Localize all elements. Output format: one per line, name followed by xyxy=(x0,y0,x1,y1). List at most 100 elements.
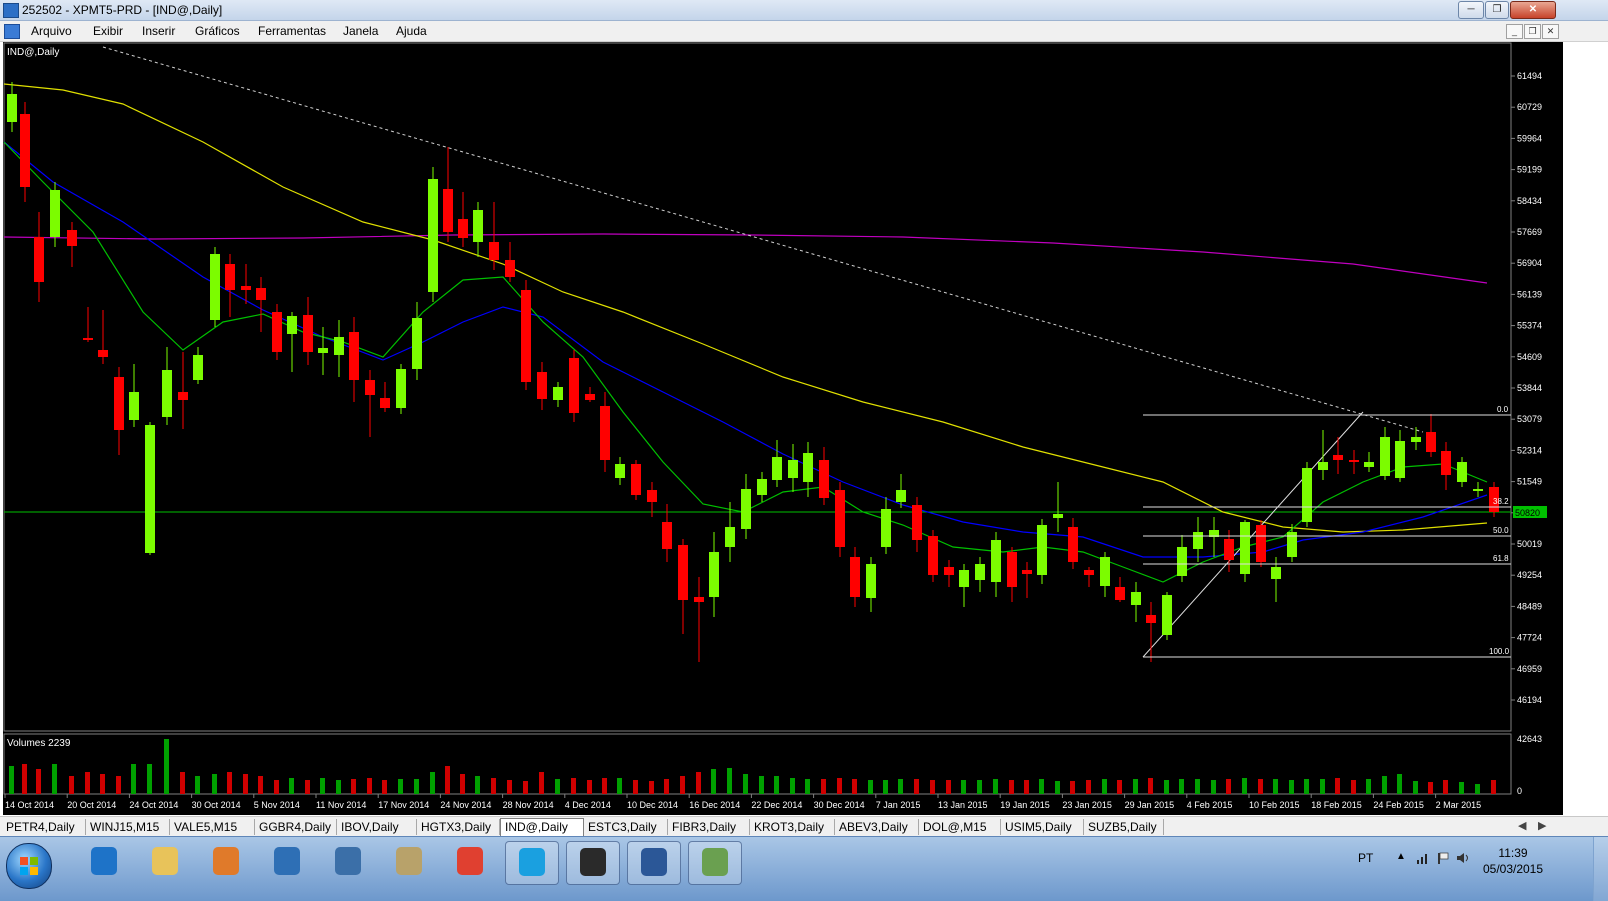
volume-bar xyxy=(539,772,544,794)
tab-scroll-right-icon[interactable]: ▶ xyxy=(1538,819,1546,832)
chrome-icon xyxy=(457,847,483,875)
ma-long-line xyxy=(3,83,1488,533)
candle-up xyxy=(1162,595,1172,635)
xp-investimentos-taskbar-button[interactable] xyxy=(566,841,620,885)
tab-winj15-m15[interactable]: WINJ15,M15 xyxy=(86,819,170,835)
volume-bar xyxy=(946,780,951,794)
chart-window[interactable]: IND@,Daily Volumes 2239 61494 60729 59964 5… xyxy=(3,42,1563,815)
candle-up xyxy=(975,564,985,580)
menu-graficos[interactable]: Gráficos xyxy=(195,24,240,38)
date-tick-label: 7 Jan 2015 xyxy=(876,800,921,810)
clock[interactable]: 11:39 05/03/2015 xyxy=(1478,845,1548,877)
volume-bar xyxy=(1133,779,1138,794)
internet-explorer-taskbar-button[interactable] xyxy=(78,841,130,883)
candle-up xyxy=(881,509,891,547)
candle-down xyxy=(662,522,672,549)
metatrader-taskbar-button[interactable] xyxy=(688,841,742,885)
symbol-label: IND@,Daily xyxy=(7,47,59,58)
app-icon xyxy=(3,3,19,18)
chart-window-icon[interactable] xyxy=(4,24,20,39)
tab-krot3-daily[interactable]: KROT3,Daily xyxy=(750,819,835,835)
flag-icon[interactable] xyxy=(1436,851,1450,865)
price-tick-label: 48489 xyxy=(1517,601,1542,611)
menu-janela[interactable]: Janela xyxy=(343,24,378,38)
volume-icon[interactable] xyxy=(1456,851,1470,865)
skype-taskbar-button[interactable] xyxy=(505,841,559,885)
minimize-button[interactable]: ─ xyxy=(1458,1,1484,19)
tab-dol-m15[interactable]: DOL@,M15 xyxy=(919,819,1001,835)
menu-inserir[interactable]: Inserir xyxy=(142,24,175,38)
tab-vale5-m15[interactable]: VALE5,M15 xyxy=(170,819,255,835)
candle-up xyxy=(396,369,406,408)
menu-exibir[interactable]: Exibir xyxy=(93,24,123,38)
tab-scroll-left-icon[interactable]: ◀ xyxy=(1518,819,1526,832)
tab-suzb5-daily[interactable]: SUZB5,Daily xyxy=(1084,819,1164,835)
volume-bar xyxy=(1211,780,1216,794)
tab-petr4-daily[interactable]: PETR4,Daily xyxy=(2,819,86,835)
candle-up xyxy=(1318,462,1328,470)
volume-bar xyxy=(9,766,14,794)
candle-up xyxy=(412,318,422,369)
tray-expand-icon[interactable]: ▲ xyxy=(1396,851,1406,862)
menu-ajuda[interactable]: Ajuda xyxy=(396,24,427,38)
tab-ind-daily[interactable]: IND@,Daily xyxy=(500,818,584,836)
candle-down xyxy=(303,315,313,352)
candle-down xyxy=(349,332,359,380)
menu-ferramentas[interactable]: Ferramentas xyxy=(258,24,326,38)
date-tick-label: 18 Feb 2015 xyxy=(1311,800,1362,810)
tab-ibov-daily[interactable]: IBOV,Daily xyxy=(337,819,417,835)
candle-up xyxy=(741,489,751,529)
date-axis: 14 Oct 2014 20 Oct 2014 24 Oct 2014 30 Oct … xyxy=(4,794,1481,810)
candle-up xyxy=(772,457,782,480)
volume-bar xyxy=(587,780,592,794)
candle-down xyxy=(521,290,531,382)
tab-abev3-daily[interactable]: ABEV3,Daily xyxy=(835,819,919,835)
candle-up xyxy=(473,210,483,242)
fib-level-label: 61.8 xyxy=(1493,554,1509,563)
volume-bar xyxy=(507,780,512,794)
volume-bar xyxy=(759,776,764,794)
date-tick-label: 29 Jan 2015 xyxy=(1125,800,1175,810)
chrome-taskbar-button[interactable] xyxy=(444,841,496,883)
volume-bar xyxy=(1273,779,1278,794)
date-tick-label: 4 Dec 2014 xyxy=(565,800,611,810)
candlesticks xyxy=(7,82,1499,662)
price-chart[interactable]: IND@,Daily Volumes 2239 61494 60729 59964 5… xyxy=(3,42,1563,815)
candle-up xyxy=(1240,522,1250,574)
start-button[interactable] xyxy=(6,843,52,889)
tab-usim5-daily[interactable]: USIM5,Daily xyxy=(1001,819,1084,835)
child-minimize-button[interactable]: _ xyxy=(1506,24,1523,39)
archive-taskbar-button[interactable] xyxy=(383,841,435,883)
volume-bar xyxy=(1351,780,1356,794)
menu-arquivo[interactable]: Arquivo xyxy=(31,24,72,38)
word-taskbar-button[interactable] xyxy=(627,841,681,885)
tab-hgtx3-daily[interactable]: HGTX3,Daily xyxy=(417,819,500,835)
volume-bar xyxy=(1148,778,1153,794)
windows-start-icon xyxy=(20,857,38,875)
date-tick-label: 24 Feb 2015 xyxy=(1373,800,1424,810)
tab-ggbr4-daily[interactable]: GGBR4,Daily xyxy=(255,819,337,835)
volume-bar xyxy=(1226,779,1231,794)
child-restore-button[interactable]: ❐ xyxy=(1524,24,1541,39)
child-close-button[interactable]: ✕ xyxy=(1542,24,1559,39)
date-tick-label: 30 Oct 2014 xyxy=(192,800,241,810)
price-tick-label: 61494 xyxy=(1517,71,1542,81)
maximize-button[interactable]: ❐ xyxy=(1485,1,1509,19)
title-bar: 252502 - XPMT5-PRD - [IND@,Daily] ─ ❐ ✕ xyxy=(0,0,1608,21)
signal-icon[interactable] xyxy=(1416,851,1430,865)
volume-bar xyxy=(258,776,263,794)
volume-bar xyxy=(1366,779,1371,794)
language-indicator[interactable]: PT xyxy=(1358,851,1373,865)
show-desktop-button[interactable] xyxy=(1593,837,1608,901)
tab-fibr3-daily[interactable]: FIBR3,Daily xyxy=(668,819,750,835)
folder-taskbar-button[interactable] xyxy=(139,841,191,883)
media-player-taskbar-button[interactable] xyxy=(200,841,252,883)
close-button[interactable]: ✕ xyxy=(1510,1,1556,19)
volume-bar xyxy=(147,764,152,794)
candle-up xyxy=(1457,462,1467,482)
date-tick-label: 11 Nov 2014 xyxy=(316,800,366,810)
tab-estc3-daily[interactable]: ESTC3,Daily xyxy=(584,819,668,835)
network-taskbar-button[interactable] xyxy=(261,841,313,883)
hp-taskbar-button[interactable] xyxy=(322,841,374,883)
candle-up xyxy=(866,564,876,598)
